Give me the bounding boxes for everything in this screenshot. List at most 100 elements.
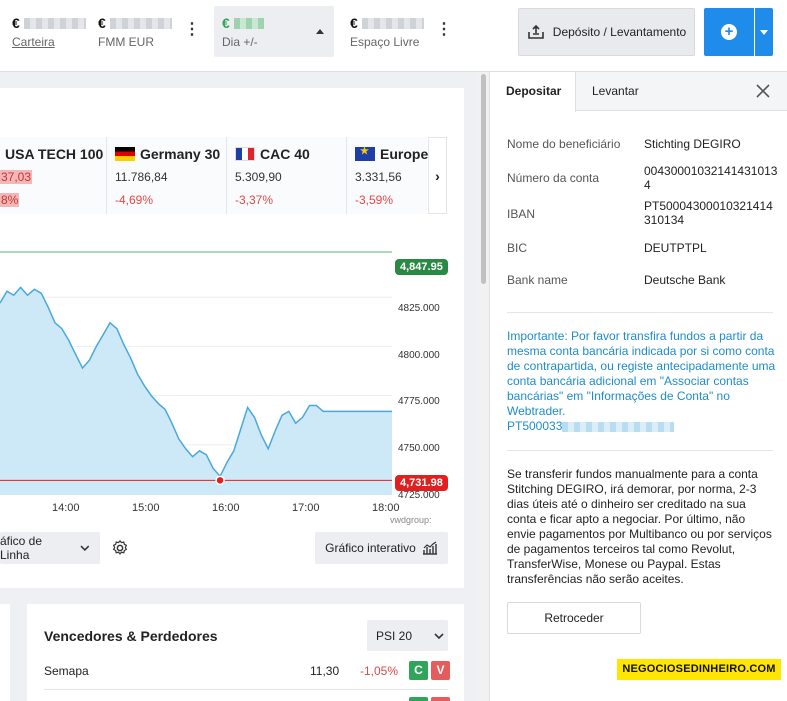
mover-row[interactable]: Semapa 11,30 -1,05% C V <box>44 661 450 681</box>
y-tick-label: 4775.000 <box>398 396 440 407</box>
transfer-info-text: Se transferir fundos manualmente para a … <box>507 467 772 586</box>
divider <box>507 312 773 313</box>
hidden-value <box>109 17 172 29</box>
index-price: 3.331,56 <box>355 170 402 184</box>
mover-name: Semapa <box>44 664 89 678</box>
currency-symbol: € <box>222 15 230 31</box>
close-icon[interactable] <box>755 83 771 99</box>
index-card-usa-tech[interactable]: USA TECH 100 37,03 8% <box>0 137 107 214</box>
buy-button[interactable]: C <box>409 661 428 680</box>
field-label: Número da conta <box>507 171 600 185</box>
france-flag-icon <box>235 147 255 161</box>
y-tick-label: 4825.000 <box>398 303 440 314</box>
transfer-icon <box>527 24 544 39</box>
chart-icon <box>422 541 437 555</box>
buy-button-peek[interactable] <box>409 697 428 701</box>
movers-card: Vencedores & Perdedores PSI 20 Semapa 11… <box>27 604 464 701</box>
index-price: 37,03 <box>0 170 33 184</box>
index-card-cac-40[interactable]: CAC 40 5.309,90 -3,37% <box>227 137 347 214</box>
currency-symbol: € <box>98 15 106 31</box>
sell-button-peek[interactable] <box>431 697 450 701</box>
eu-flag-icon <box>355 146 375 161</box>
kebab-menu-icon[interactable]: ⋮ <box>184 22 200 38</box>
deposit-withdraw-label: Depósito / Levantamento <box>552 25 687 39</box>
field-value[interactable]: 004300010321414310134 <box>644 164 778 192</box>
field-value[interactable]: PT50004300010321414310134 <box>644 199 778 227</box>
index-change: -4,69% <box>115 193 154 207</box>
hidden-reference <box>562 421 675 432</box>
y-tick-label: 4750.000 <box>398 443 440 454</box>
index-select[interactable]: PSI 20 <box>367 620 448 651</box>
deposit-withdraw-button[interactable]: Depósito / Levantamento <box>518 8 695 56</box>
index-ticker-row: USA TECH 100 37,03 8% Germany 30 11.786,… <box>0 137 429 214</box>
field-label: Bank name <box>507 273 568 287</box>
currency-symbol: € <box>350 15 358 31</box>
x-tick-label: 18:00 <box>372 502 400 514</box>
hidden-value <box>23 17 86 29</box>
tab-withdraw[interactable]: Levantar <box>576 72 666 111</box>
index-change: 8% <box>0 193 20 207</box>
watermark-label: NEGOCIOSEDINHEIRO.COM <box>617 659 781 680</box>
new-order-dropdown-button[interactable] <box>755 8 773 56</box>
y-tick-label: 4800.000 <box>398 350 440 361</box>
index-select-label: PSI 20 <box>376 628 413 643</box>
index-card-germany-30[interactable]: Germany 30 11.786,84 -4,69% <box>107 137 227 214</box>
interactive-chart-label: Gráfico interativo <box>325 541 416 555</box>
index-change: -3,59% <box>355 193 394 207</box>
scrollbar-thumb[interactable] <box>481 74 486 284</box>
chart-type-label: áfico de Linha <box>0 534 43 562</box>
caret-up-icon[interactable] <box>316 29 324 34</box>
top-bar: € Carteira € FMM EUR ⋮ € Dia +/- € Espaç… <box>0 0 787 72</box>
index-name: USA TECH 100 <box>5 146 104 162</box>
chart-type-select[interactable]: áfico de Linha <box>0 532 100 564</box>
portfolio-label[interactable]: Carteira <box>12 35 86 49</box>
field-label: IBAN <box>507 207 536 221</box>
x-tick-label: 16:00 <box>212 502 240 514</box>
high-price-label: 4,847.95 <box>395 259 448 275</box>
mover-change: -1,05% <box>360 664 399 678</box>
fmm-stat: € FMM EUR <box>98 14 172 49</box>
row-divider <box>44 689 448 690</box>
x-tick-label: 15:00 <box>132 502 160 514</box>
x-tick-label: 17:00 <box>292 502 320 514</box>
portfolio-stat[interactable]: € Carteira <box>12 14 86 49</box>
kebab-menu-icon[interactable]: ⋮ <box>436 22 452 38</box>
price-chart[interactable] <box>0 248 464 498</box>
chevron-down-icon <box>434 632 444 639</box>
panel-tabs: Depositar Levantar <box>490 72 787 112</box>
chevron-right-icon[interactable]: › <box>428 137 447 214</box>
scrollbar[interactable] <box>478 72 489 701</box>
index-price: 5.309,90 <box>235 170 282 184</box>
field-value[interactable]: DEUTPTPL <box>644 241 778 255</box>
index-price: 11.786,84 <box>115 170 168 184</box>
mover-price: 11,30 <box>310 664 340 678</box>
free-space-stat: € Espaço Livre <box>350 14 424 49</box>
index-name: Europe <box>380 146 429 162</box>
fmm-label: FMM EUR <box>98 35 154 49</box>
new-order-button[interactable]: + <box>704 8 754 56</box>
back-button[interactable]: Retroceder <box>507 602 641 634</box>
day-change-stat: € Dia +/- <box>222 14 264 49</box>
important-notice: Importante: Por favor transfira fundos a… <box>507 329 777 434</box>
deposit-panel: Depositar Levantar Nome do beneficiário … <box>489 72 787 701</box>
movers-title: Vencedores & Perdedores <box>44 628 218 644</box>
low-point-marker <box>215 475 225 486</box>
gear-icon[interactable] <box>111 539 129 557</box>
sell-button[interactable]: V <box>431 661 450 680</box>
field-label: Nome do beneficiário <box>507 137 621 151</box>
divider <box>507 450 773 451</box>
field-label: BIC <box>507 241 528 255</box>
index-card-europe[interactable]: Europe 3.331,56 -3,59% <box>347 137 429 214</box>
chevron-down-icon <box>80 545 90 551</box>
interactive-chart-button[interactable]: Gráfico interativo <box>315 532 448 564</box>
chart-area <box>0 287 392 496</box>
plus-icon: + <box>721 24 737 40</box>
notice-text: Importante: Por favor transfira fundos a… <box>507 329 776 418</box>
tab-deposit[interactable]: Depositar <box>490 72 576 112</box>
reference-code: PT500033 <box>507 419 563 433</box>
chart-card: USA TECH 100 37,03 8% Germany 30 11.786,… <box>0 88 464 588</box>
low-price-label: 4,731.98 <box>395 475 448 491</box>
hidden-value <box>361 17 424 29</box>
y-tick-label: 4725.000 <box>398 490 440 501</box>
index-name: CAC 40 <box>260 146 310 162</box>
